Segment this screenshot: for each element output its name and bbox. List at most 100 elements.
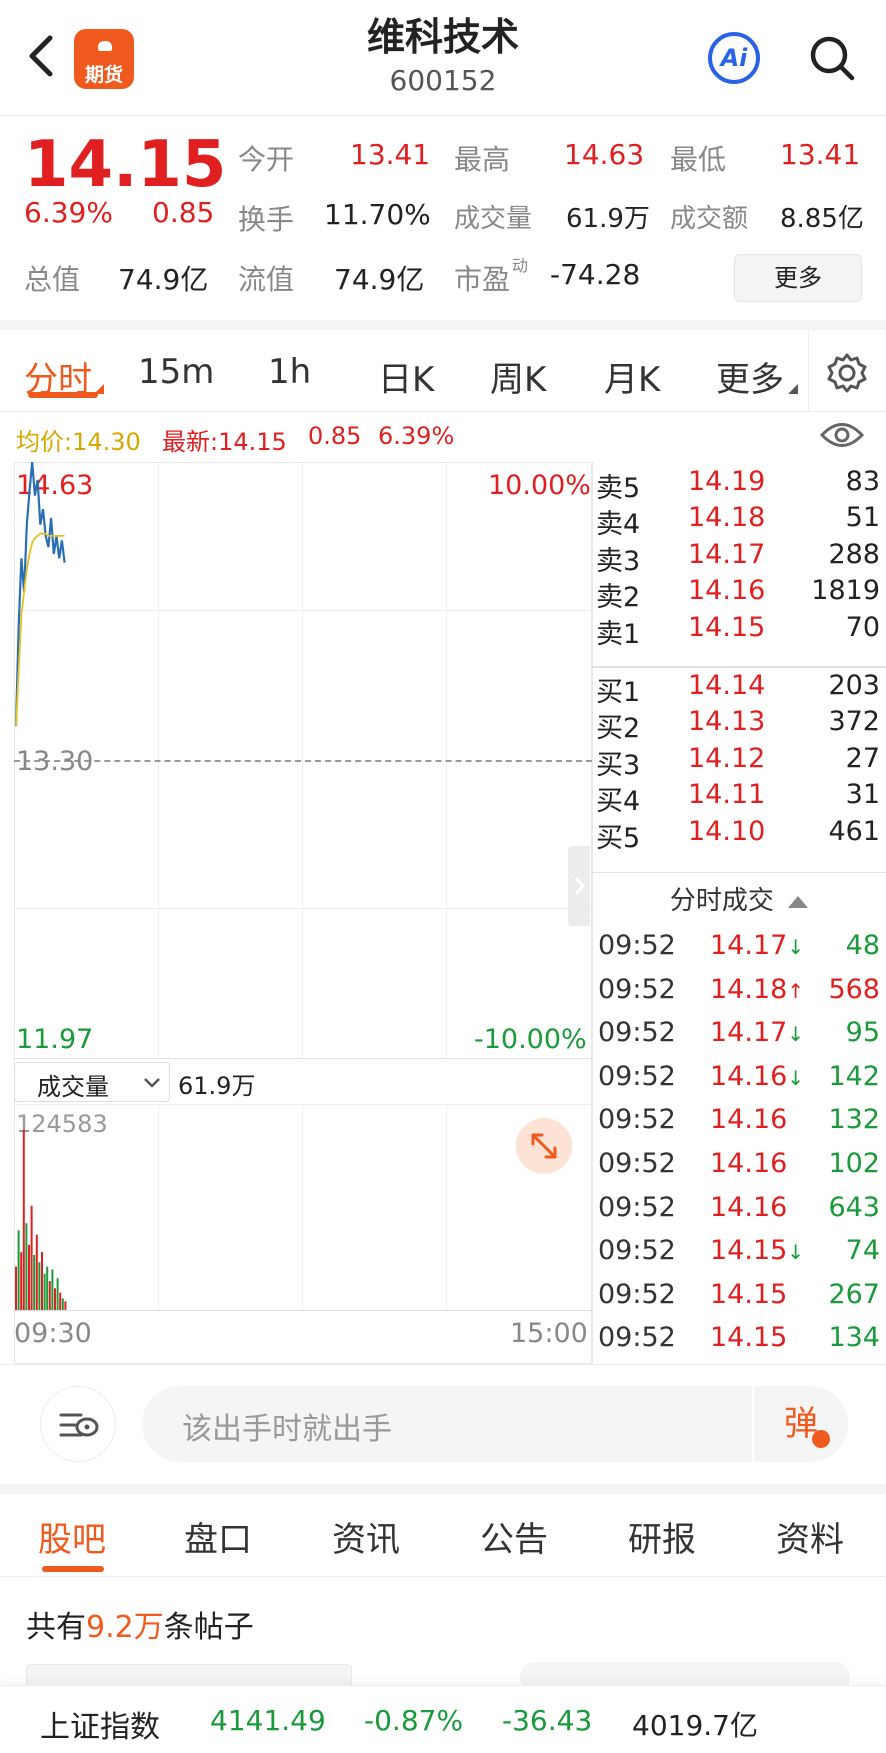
ask-row[interactable]: 卖2 14.16 1819 bbox=[596, 575, 880, 614]
tick-arrow: ↓ bbox=[787, 1065, 805, 1090]
bid-row[interactable]: 买3 14.12 27 bbox=[596, 742, 880, 781]
volume-select-label: 成交量 bbox=[37, 1073, 109, 1101]
tabs-divider bbox=[0, 1576, 886, 1577]
level-volume: 1819 bbox=[811, 575, 880, 607]
tab-monthly[interactable]: 月K bbox=[604, 352, 660, 401]
ai-button[interactable]: Ai bbox=[708, 32, 760, 84]
tick-volume: 142 bbox=[828, 1060, 880, 1092]
tick-price-value: 14.15 bbox=[710, 1278, 788, 1310]
tick-price-value: 14.15 bbox=[710, 1235, 788, 1267]
chevron-down-icon bbox=[144, 1078, 160, 1088]
mktcap-label: 总值 bbox=[24, 263, 81, 296]
chevron-right-icon bbox=[574, 877, 585, 895]
tab-daily[interactable]: 日K bbox=[378, 352, 434, 401]
level-price: 14.15 bbox=[688, 611, 766, 643]
latest-price-label: 最新:14.15 bbox=[162, 428, 287, 456]
ask-row[interactable]: 卖5 14.19 83 bbox=[596, 466, 880, 504]
visibility-toggle[interactable] bbox=[819, 420, 865, 450]
tab-weekly[interactable]: 周K bbox=[490, 352, 546, 401]
tab-more[interactable]: 更多 bbox=[716, 352, 784, 401]
level-volume: 372 bbox=[828, 706, 880, 738]
active-tab-indicator bbox=[28, 392, 98, 398]
tick-price: 14.15 bbox=[710, 1322, 787, 1353]
more-button[interactable]: 更多 bbox=[734, 254, 862, 302]
tick-price-value: 14.18 bbox=[710, 973, 788, 1005]
pe-label: 市盈 bbox=[454, 263, 511, 296]
settings-button[interactable] bbox=[826, 352, 868, 394]
fullscreen-button[interactable] bbox=[516, 1118, 572, 1174]
panel-toggle-handle[interactable] bbox=[568, 846, 590, 926]
tick-volume: 95 bbox=[845, 1017, 880, 1049]
tick-time: 09:52 bbox=[598, 1060, 676, 1092]
volume-bar bbox=[22, 1129, 25, 1310]
avg-price-label: 均价:14.30 bbox=[16, 428, 141, 456]
volume-bar bbox=[35, 1234, 38, 1310]
tick-price-value: 14.17 bbox=[710, 930, 788, 961]
tick-row: 09:52 14.15 267 bbox=[598, 1279, 880, 1317]
expand-icon bbox=[531, 1133, 557, 1159]
level-label: 卖2 bbox=[596, 582, 641, 614]
period-tabs: 分时 15m 1h 日K 周K 月K 更多 bbox=[0, 320, 886, 412]
tab-15m[interactable]: 15m bbox=[138, 352, 214, 392]
tick-price-value: 14.16 bbox=[710, 1060, 788, 1092]
tick-row: 09:52 14.16 132 bbox=[598, 1104, 880, 1142]
ask-row[interactable]: 卖1 14.15 70 bbox=[596, 611, 880, 650]
volume-bar bbox=[54, 1288, 56, 1310]
volume-total: 61.9万 bbox=[178, 1072, 256, 1100]
bid-row[interactable]: 买4 14.11 31 bbox=[596, 779, 880, 817]
volume-bar bbox=[61, 1298, 64, 1310]
bid-row[interactable]: 买5 14.10 461 bbox=[596, 815, 880, 854]
volume-value: 61.9万 bbox=[566, 204, 650, 234]
volume-bar bbox=[56, 1278, 59, 1310]
tick-row: 09:52 14.16 102 bbox=[598, 1148, 880, 1186]
tick-price-value: 14.16 bbox=[710, 1148, 788, 1179]
level-price: 14.10 bbox=[688, 815, 766, 847]
tab-research[interactable]: 研报 bbox=[628, 1512, 696, 1561]
tab-profile[interactable]: 资料 bbox=[776, 1512, 844, 1561]
high-value: 14.63 bbox=[564, 138, 645, 171]
tab-news[interactable]: 资讯 bbox=[332, 1512, 400, 1561]
level-volume: 203 bbox=[828, 670, 880, 701]
level-volume: 83 bbox=[845, 466, 880, 497]
bid-row[interactable]: 买2 14.13 372 bbox=[596, 706, 880, 744]
filter-button[interactable] bbox=[40, 1386, 116, 1462]
post-count-prefix: 共有 bbox=[26, 1610, 86, 1645]
level-volume: 31 bbox=[845, 779, 880, 811]
bid-row[interactable]: 买1 14.14 203 bbox=[596, 670, 880, 708]
intraday-price-chart[interactable] bbox=[14, 462, 592, 1058]
level-volume: 51 bbox=[845, 502, 880, 534]
tab-1h[interactable]: 1h bbox=[268, 352, 311, 392]
tab-forum[interactable]: 股吧 bbox=[38, 1512, 106, 1561]
tick-price-value: 14.16 bbox=[710, 1104, 788, 1136]
index-change: -36.43 bbox=[502, 1704, 593, 1737]
tick-price: 14.15↓ bbox=[710, 1235, 804, 1266]
tick-price: 14.16 bbox=[710, 1104, 787, 1135]
tab-announcements[interactable]: 公告 bbox=[480, 1512, 548, 1561]
change-pct: 6.39% bbox=[24, 196, 113, 229]
open-value: 13.41 bbox=[350, 138, 431, 171]
level-price: 14.11 bbox=[688, 779, 766, 811]
danmu-button[interactable]: 弹 bbox=[752, 1386, 848, 1462]
tick-row: 09:52 14.15 134 bbox=[598, 1322, 880, 1360]
tab-orderbook[interactable]: 盘口 bbox=[184, 1512, 252, 1561]
tick-time: 09:52 bbox=[598, 1191, 676, 1223]
tick-price: 14.16↓ bbox=[710, 1061, 804, 1092]
level-price: 14.12 bbox=[688, 742, 766, 774]
level-label: 卖5 bbox=[596, 473, 641, 504]
level-price: 14.17 bbox=[688, 538, 766, 570]
tick-price: 14.15 bbox=[710, 1279, 787, 1310]
level-label: 卖4 bbox=[596, 509, 641, 541]
ticks-header-label: 分时成交 bbox=[669, 886, 774, 916]
level-label: 买5 bbox=[596, 822, 641, 854]
eye-icon bbox=[819, 423, 865, 447]
volume-indicator-select[interactable]: 成交量 bbox=[14, 1062, 170, 1102]
low-label: 最低 bbox=[670, 143, 727, 176]
tick-row: 09:52 14.16↓ 142 bbox=[598, 1061, 880, 1099]
ticks-header[interactable]: 分时成交 bbox=[592, 880, 886, 917]
volume-bar bbox=[43, 1273, 46, 1310]
latest-pct: 6.39% bbox=[378, 422, 455, 450]
ask-row[interactable]: 卖4 14.18 51 bbox=[596, 502, 880, 541]
ask-row[interactable]: 卖3 14.17 288 bbox=[596, 538, 880, 577]
index-ticker-bar[interactable]: 上证指数 4141.49 -0.87% -36.43 4019.7亿 bbox=[0, 1685, 886, 1753]
search-button[interactable] bbox=[808, 34, 856, 82]
